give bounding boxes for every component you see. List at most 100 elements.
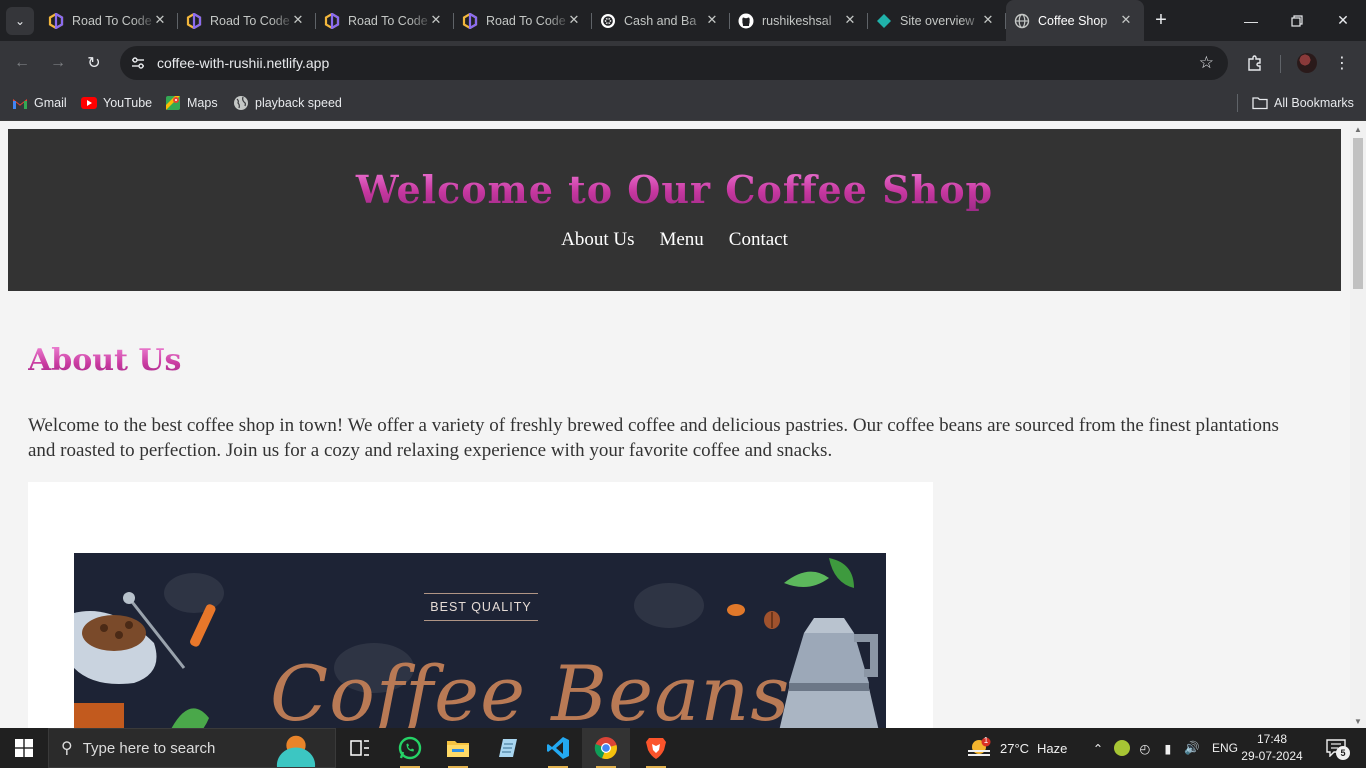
tab-title: Road To Code	[72, 13, 152, 28]
tab-coffee-shop[interactable]: Coffee Shop ✕	[1006, 0, 1144, 41]
tab-title: Coffee Shop	[1038, 13, 1108, 28]
tab-title: Road To Code	[210, 13, 290, 28]
taskbar-app-vscode[interactable]	[534, 728, 582, 768]
about-heading: About Us	[28, 343, 182, 378]
taskbar-app-file-explorer[interactable]	[434, 728, 482, 768]
brave-icon	[646, 738, 666, 759]
search-highlight-illustration	[259, 731, 333, 767]
site-settings-icon[interactable]	[128, 53, 148, 73]
page-scrollbar[interactable]: ▲ ▼	[1350, 121, 1366, 728]
volume-icon[interactable]: 🔊	[1184, 741, 1200, 756]
close-tab-icon[interactable]: ✕	[980, 12, 996, 28]
coffee-beans-banner: BEST QUALITY Coffee Beans	[74, 553, 886, 728]
tab-road-to-code-3[interactable]: Road To Code ✕	[316, 0, 454, 41]
bookmark-label: Maps	[187, 96, 218, 110]
close-tab-icon[interactable]: ✕	[566, 12, 582, 28]
tab-road-to-code-2[interactable]: Road To Code ✕	[178, 0, 316, 41]
notepad-icon	[499, 739, 517, 757]
weather-badge: 1	[983, 736, 989, 745]
all-bookmarks-button[interactable]: All Bookmarks	[1252, 92, 1354, 114]
bookmark-label: Gmail	[34, 96, 67, 110]
tab-road-to-code-4[interactable]: Road To Code ✕	[454, 0, 592, 41]
reload-icon: ↻	[87, 55, 101, 72]
battery-icon[interactable]: ▮	[1160, 741, 1176, 756]
meet-now-icon[interactable]: ◴	[1138, 741, 1152, 756]
bookmark-gmail[interactable]: Gmail	[12, 92, 67, 114]
chrome-icon	[594, 737, 617, 760]
address-bar[interactable]: coffee-with-rushii.netlify.app ☆	[120, 46, 1228, 80]
browser-toolbar: ← → ↻ coffee-with-rushii.netlify.app ☆ ⋮	[0, 41, 1366, 85]
tab-cash-and-bank[interactable]: Cash and Ba ✕	[592, 0, 730, 41]
system-tray: ⌃ ◴ ▮ 🔊 ENG	[1090, 728, 1238, 768]
bookmark-maps[interactable]: Maps	[165, 92, 218, 114]
banner-headline: Coffee Beans	[270, 649, 791, 728]
scrollbar-thumb[interactable]	[1353, 138, 1363, 289]
bookmark-youtube[interactable]: YouTube	[81, 92, 152, 114]
new-tab-button[interactable]: +	[1148, 8, 1174, 34]
nav-link-about-us[interactable]: About Us	[561, 229, 634, 251]
nav-link-menu[interactable]: Menu	[659, 229, 703, 251]
minimize-button[interactable]: —	[1228, 0, 1274, 41]
restore-icon	[1291, 14, 1303, 27]
taskbar-app-chrome[interactable]	[582, 728, 630, 768]
close-tab-icon[interactable]: ✕	[704, 12, 720, 28]
weather-temperature: 27°C	[1000, 740, 1030, 756]
tab-title: Road To Code	[348, 13, 428, 28]
hexagon-app-icon	[186, 12, 202, 29]
task-view-button[interactable]	[336, 728, 384, 768]
start-button[interactable]	[0, 728, 48, 768]
taskbar-clock[interactable]: 17:48 29-07-2024	[1240, 731, 1304, 765]
netlify-icon	[876, 13, 892, 29]
arrow-left-icon: ←	[14, 54, 30, 71]
tab-github[interactable]: rushikeshsal ✕	[730, 0, 868, 41]
restore-button[interactable]	[1274, 0, 1320, 41]
browser-menu-button[interactable]: ⋮	[1330, 49, 1354, 77]
tab-site-overview[interactable]: Site overview ✕	[868, 0, 1006, 41]
scroll-up-icon[interactable]: ▲	[1354, 125, 1362, 134]
input-language[interactable]: ENG	[1212, 741, 1238, 755]
maps-icon	[165, 95, 181, 111]
moka-pot-icon	[779, 618, 879, 728]
tab-list: Road To Code ✕ Road To Code ✕ Road To Co…	[40, 0, 1144, 41]
close-tab-icon[interactable]: ✕	[152, 12, 168, 28]
back-button[interactable]: ←	[8, 49, 36, 77]
windows-logo-icon	[15, 739, 33, 757]
about-text: Welcome to the best coffee shop in town!…	[28, 415, 1279, 461]
profile-avatar[interactable]	[1297, 53, 1317, 73]
weather-widget[interactable]: 1 27°C Haze	[966, 728, 1067, 768]
close-window-button[interactable]: ✕	[1320, 0, 1366, 41]
notification-center-button[interactable]: 5	[1316, 734, 1356, 762]
nav-link-contact[interactable]: Contact	[729, 229, 788, 251]
search-icon: ⚲	[61, 740, 73, 757]
close-icon: ✕	[1337, 12, 1349, 28]
best-quality-tag: BEST QUALITY	[424, 593, 538, 621]
tab-road-to-code-1[interactable]: Road To Code ✕	[40, 0, 178, 41]
scroll-down-icon[interactable]: ▼	[1354, 717, 1362, 726]
tab-title: Site overview	[900, 13, 975, 28]
url-text[interactable]: coffee-with-rushii.netlify.app	[157, 55, 329, 71]
taskbar-search-box[interactable]: ⚲ Type here to search	[48, 728, 336, 768]
show-hidden-icons-icon[interactable]: ⌃	[1090, 741, 1106, 756]
tab-search-button[interactable]: ⌄	[6, 7, 34, 35]
clock-date: 29-07-2024	[1241, 749, 1303, 763]
forward-button[interactable]: →	[44, 49, 72, 77]
site-nav: About Us Menu Contact	[8, 229, 1341, 251]
close-tab-icon[interactable]: ✕	[842, 12, 858, 28]
more-vertical-icon: ⋮	[1334, 55, 1350, 72]
arrow-right-icon: →	[50, 54, 66, 71]
tray-app-icon[interactable]	[1114, 740, 1130, 756]
close-tab-icon[interactable]: ✕	[1118, 12, 1134, 28]
close-tab-icon[interactable]: ✕	[290, 12, 306, 28]
taskbar-app-whatsapp[interactable]	[386, 728, 434, 768]
vscode-icon	[547, 737, 569, 759]
bookmark-label: playback speed	[255, 96, 342, 110]
tab-title: rushikeshsal	[762, 13, 832, 28]
extensions-button[interactable]	[1242, 49, 1268, 77]
close-tab-icon[interactable]: ✕	[428, 12, 444, 28]
taskbar-app-notepad[interactable]	[484, 728, 532, 768]
bookmark-playback-speed[interactable]: playback speed	[233, 92, 342, 114]
youtube-icon	[81, 95, 97, 111]
bookmark-star-icon[interactable]: ☆	[1199, 53, 1214, 73]
reload-button[interactable]: ↻	[80, 49, 108, 77]
taskbar-app-brave[interactable]	[632, 728, 680, 768]
